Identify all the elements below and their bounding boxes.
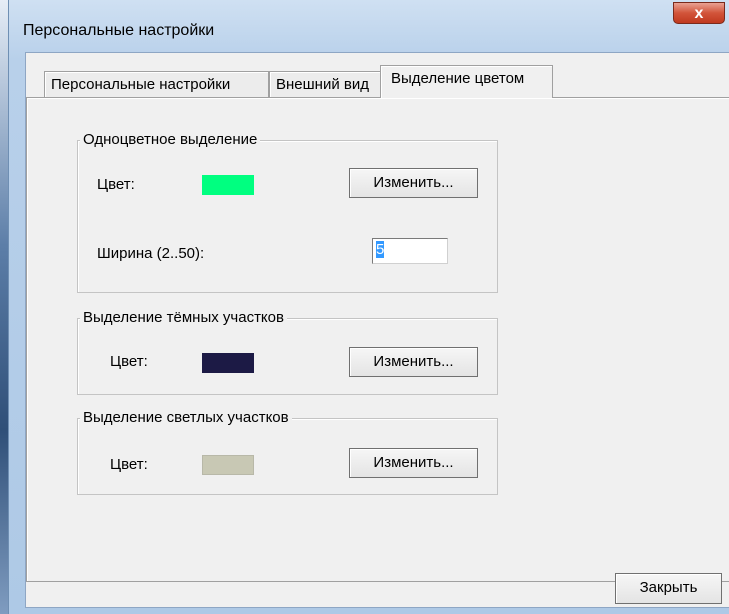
tab-label: Персональные настройки [51, 76, 231, 93]
change-single-color-button[interactable]: Изменить... [349, 168, 478, 198]
tab-personal-settings[interactable]: Персональные настройки [44, 71, 269, 99]
group-light-areas: Выделение светлых участков Цвет: Изменит… [77, 409, 498, 495]
tab-panel-color-highlight: Одноцветное выделение Цвет: Изменить... … [26, 97, 729, 582]
color-label: Цвет: [97, 176, 135, 193]
close-window-button[interactable]: x [673, 2, 725, 24]
dialog-window: Персональные настройки x Персональные на… [8, 0, 729, 614]
tab-appearance[interactable]: Внешний вид [269, 71, 382, 99]
group-caption: Выделение светлых участков [80, 409, 292, 426]
close-icon: x [694, 5, 704, 22]
color-label: Цвет: [110, 456, 148, 473]
dialog-client-area: Персональные настройки Внешний вид Выдел… [25, 52, 729, 608]
width-label: Ширина (2..50): [97, 245, 205, 262]
change-dark-color-button[interactable]: Изменить... [349, 347, 478, 377]
width-input[interactable]: 5 [372, 238, 448, 264]
tab-label: Выделение цветом [391, 70, 525, 87]
close-dialog-button[interactable]: Закрыть [615, 573, 722, 604]
single-color-swatch [202, 175, 254, 195]
group-caption: Одноцветное выделение [80, 131, 261, 148]
tab-label: Внешний вид [276, 76, 369, 93]
dark-color-swatch [202, 353, 254, 373]
tab-color-highlight[interactable]: Выделение цветом [380, 65, 553, 98]
change-light-color-button[interactable]: Изменить... [349, 448, 478, 478]
width-value: 5 [376, 241, 385, 258]
dialog-title: Персональные настройки [23, 22, 215, 39]
color-label: Цвет: [110, 353, 148, 370]
group-single-color: Одноцветное выделение Цвет: Изменить... … [77, 131, 498, 293]
background-window-edge [0, 0, 8, 614]
group-dark-areas: Выделение тёмных участков Цвет: Изменить… [77, 309, 498, 395]
light-color-swatch [202, 455, 254, 475]
group-caption: Выделение тёмных участков [80, 309, 287, 326]
